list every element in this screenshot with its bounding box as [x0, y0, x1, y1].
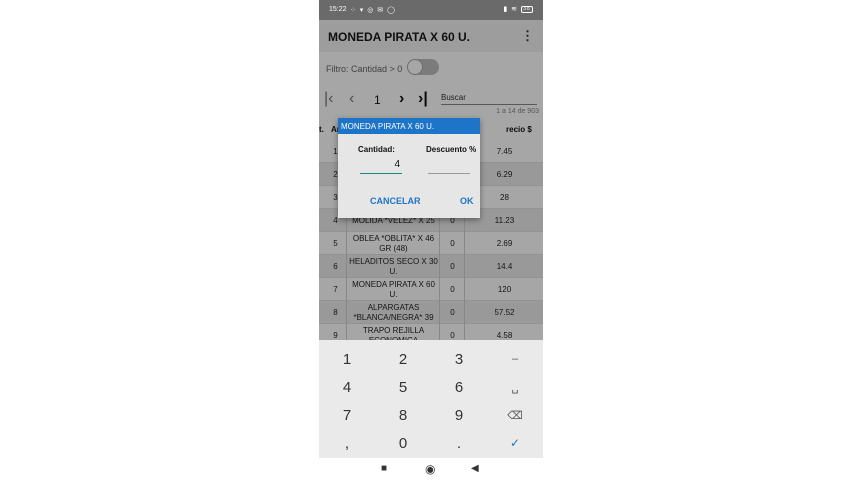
minus-key[interactable]: – — [487, 345, 543, 373]
key-1[interactable]: 1 — [319, 345, 375, 373]
home-icon[interactable]: ◉ — [425, 462, 435, 476]
wifi-icon: ≋ — [511, 6, 519, 13]
numeric-keyboard: 1 2 3 – 4 5 6 ␣ 7 8 9 ⌫ , 0 . ✓ — [319, 340, 543, 458]
key-8[interactable]: 8 — [375, 401, 431, 429]
recents-icon[interactable]: ■ — [381, 463, 387, 474]
dialog-title: MONEDA PIRATA X 60 U. — [338, 118, 480, 134]
key-3[interactable]: 3 — [431, 345, 487, 373]
phone-screen: 15:22 ⁘ ▾ ◎ ✉ ◯ ▮ ≋ 38 MONEDA PIRATA X 6… — [319, 0, 543, 484]
key-7[interactable]: 7 — [319, 401, 375, 429]
notification-icons: ⁘ ▾ ◎ ✉ ◯ — [350, 7, 396, 14]
period-key[interactable]: . — [431, 429, 487, 457]
status-bar: 15:22 ⁘ ▾ ◎ ✉ ◯ ▮ ≋ 38 — [319, 0, 543, 20]
comma-key[interactable]: , — [319, 429, 375, 457]
status-time: 15:22 — [329, 6, 347, 13]
cancel-button[interactable]: CANCELAR — [370, 196, 421, 206]
cantidad-label: Cantidad: — [358, 145, 395, 154]
done-key-icon[interactable]: ✓ — [487, 429, 543, 457]
space-key-icon[interactable]: ␣ — [487, 373, 543, 401]
key-9[interactable]: 9 — [431, 401, 487, 429]
backspace-key-icon[interactable]: ⌫ — [487, 401, 543, 429]
key-5[interactable]: 5 — [375, 373, 431, 401]
key-4[interactable]: 4 — [319, 373, 375, 401]
system-nav-bar: ■ ◉ ◀ — [319, 458, 543, 484]
descuento-label: Descuento % — [426, 145, 477, 154]
battery-icon: 38 — [521, 5, 533, 13]
cantidad-input[interactable]: 4 — [360, 159, 402, 174]
descuento-input[interactable] — [428, 159, 470, 174]
key-2[interactable]: 2 — [375, 345, 431, 373]
signal-icon: ▮ — [503, 6, 509, 13]
back-icon[interactable]: ◀ — [471, 463, 479, 474]
ok-button[interactable]: OK — [460, 196, 474, 206]
system-icons: ▮ ≋ 38 — [503, 5, 533, 13]
key-0[interactable]: 0 — [375, 429, 431, 457]
quantity-dialog: MONEDA PIRATA X 60 U. Cantidad: Descuent… — [338, 118, 480, 218]
key-6[interactable]: 6 — [431, 373, 487, 401]
